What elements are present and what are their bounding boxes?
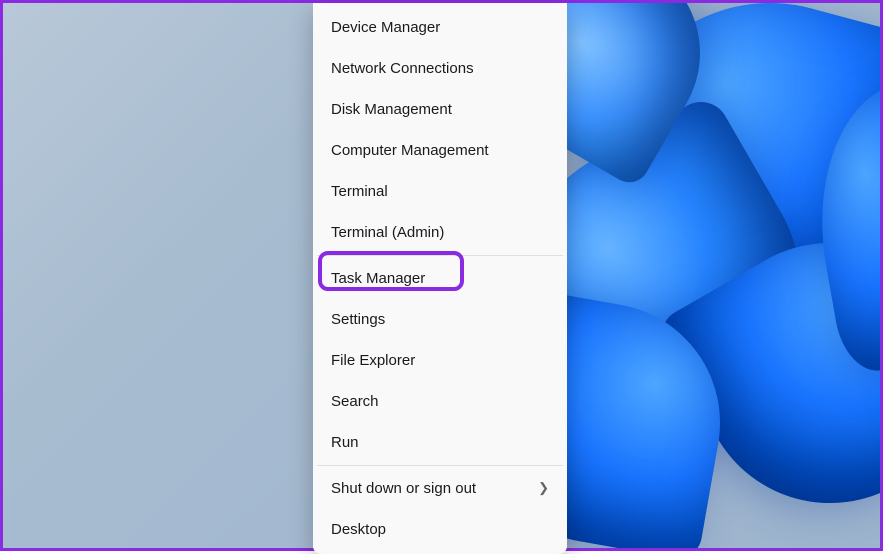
menu-item-run[interactable]: Run bbox=[317, 422, 563, 463]
menu-item-disk-management[interactable]: Disk Management bbox=[317, 89, 563, 130]
menu-item-label: Terminal (Admin) bbox=[331, 222, 444, 243]
menu-item-computer-management[interactable]: Computer Management bbox=[317, 130, 563, 171]
menu-item-search[interactable]: Search bbox=[317, 381, 563, 422]
menu-item-label: File Explorer bbox=[331, 350, 415, 371]
chevron-right-icon: ❯ bbox=[538, 479, 549, 497]
menu-item-label: Shut down or sign out bbox=[331, 478, 476, 499]
menu-item-label: Desktop bbox=[331, 519, 386, 540]
menu-separator bbox=[317, 255, 563, 256]
menu-separator bbox=[317, 465, 563, 466]
menu-item-desktop[interactable]: Desktop bbox=[317, 509, 563, 550]
menu-item-label: Settings bbox=[331, 309, 385, 330]
menu-item-label: Device Manager bbox=[331, 17, 440, 38]
menu-item-terminal[interactable]: Terminal bbox=[317, 171, 563, 212]
menu-item-label: Run bbox=[331, 432, 359, 453]
menu-item-label: Search bbox=[331, 391, 379, 412]
menu-item-device-manager[interactable]: Device Manager bbox=[317, 7, 563, 48]
menu-item-label: Computer Management bbox=[331, 140, 489, 161]
menu-item-label: Network Connections bbox=[331, 58, 474, 79]
menu-item-label: Disk Management bbox=[331, 99, 452, 120]
winx-power-user-menu: Device Manager Network Connections Disk … bbox=[313, 3, 567, 554]
menu-item-file-explorer[interactable]: File Explorer bbox=[317, 340, 563, 381]
menu-item-label: Terminal bbox=[331, 181, 388, 202]
menu-item-task-manager[interactable]: Task Manager bbox=[317, 258, 563, 299]
menu-item-settings[interactable]: Settings bbox=[317, 299, 563, 340]
menu-item-shutdown-signout[interactable]: Shut down or sign out ❯ bbox=[317, 468, 563, 509]
menu-item-terminal-admin[interactable]: Terminal (Admin) bbox=[317, 212, 563, 253]
menu-item-network-connections[interactable]: Network Connections bbox=[317, 48, 563, 89]
menu-item-label: Task Manager bbox=[331, 268, 425, 289]
